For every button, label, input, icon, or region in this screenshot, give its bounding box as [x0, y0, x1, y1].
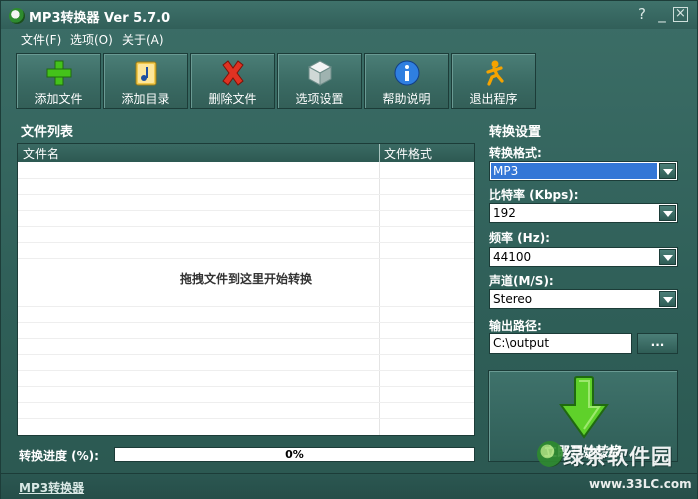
list-row-line — [18, 258, 474, 259]
minimize-button[interactable]: _ — [653, 5, 671, 23]
chevron-down-icon[interactable] — [659, 163, 676, 179]
channel-label: 声道(M/S): — [489, 274, 554, 288]
homepage-link[interactable]: MP3转换器 — [19, 479, 84, 496]
watermark-name: 绿茶软件园 — [563, 445, 673, 469]
menu-bar: 文件(F) 选项(O) 关于(A) — [1, 29, 697, 49]
list-row-line — [18, 194, 474, 195]
options-button[interactable]: 选项设置 — [277, 53, 362, 109]
add-file-label: 添加文件 — [34, 92, 83, 106]
list-row-line — [18, 402, 474, 403]
plus-icon — [46, 60, 72, 86]
list-row-line — [18, 178, 474, 179]
chevron-down-icon[interactable] — [659, 249, 676, 265]
channel-value: Stereo — [493, 292, 533, 306]
list-row-line — [18, 418, 474, 419]
list-row-line — [18, 306, 474, 307]
list-row-line — [18, 338, 474, 339]
exit-label: 退出程序 — [469, 92, 518, 106]
menu-file[interactable]: 文件(F) — [21, 31, 61, 48]
column-divider-body — [379, 162, 380, 435]
frequency-label: 频率 (Hz): — [489, 231, 550, 245]
app-window: MP3转换器 Ver 5.7.0 ? _ × 文件(F) 选项(O) 关于(A)… — [0, 0, 698, 499]
output-path-label: 输出路径: — [489, 319, 542, 333]
info-icon — [394, 60, 420, 86]
watermark: 绿茶软件园 www.33LC.com — [537, 441, 697, 499]
help-button[interactable]: ? — [633, 5, 651, 23]
add-folder-label: 添加目录 — [121, 92, 170, 106]
format-select[interactable]: MP3 — [489, 161, 678, 181]
list-row-line — [18, 226, 474, 227]
add-folder-button[interactable]: 添加目录 — [103, 53, 188, 109]
file-list-header: 文件名 文件格式 — [18, 144, 474, 162]
progress-bar: 0% — [114, 447, 475, 462]
delete-file-label: 删除文件 — [208, 92, 257, 106]
settings-title: 转换设置 — [489, 125, 542, 140]
folder-music-icon — [135, 61, 157, 86]
delete-file-button[interactable]: 删除文件 — [190, 53, 275, 109]
window-title: MP3转换器 Ver 5.7.0 — [29, 11, 171, 26]
column-divider — [379, 144, 380, 162]
frequency-value: 44100 — [493, 250, 532, 264]
list-row-line — [18, 370, 474, 371]
progress-label: 转换进度 (%): — [19, 449, 99, 463]
options-label: 选项设置 — [295, 92, 344, 106]
progress-text: 0% — [285, 448, 304, 461]
column-filename[interactable]: 文件名 — [23, 145, 59, 162]
delete-x-icon — [222, 60, 244, 86]
format-label: 转换格式: — [489, 146, 542, 160]
down-arrow-icon — [559, 376, 609, 439]
chevron-down-icon[interactable] — [659, 291, 676, 307]
output-path-input[interactable]: C:\output — [489, 333, 632, 354]
drop-hint: 拖拽文件到这里开始转换 — [179, 272, 312, 286]
title-bar: MP3转换器 Ver 5.7.0 ? _ × — [1, 1, 697, 29]
app-logo-icon — [9, 8, 25, 24]
help-doc-button[interactable]: 帮助说明 — [364, 53, 449, 109]
add-file-button[interactable]: 添加文件 — [16, 53, 101, 109]
close-button[interactable]: × — [673, 7, 688, 22]
running-man-icon — [486, 60, 504, 86]
leaf-logo-icon — [537, 441, 563, 467]
frequency-select[interactable]: 44100 — [489, 247, 678, 267]
menu-options[interactable]: 选项(O) — [70, 31, 113, 48]
chevron-down-icon[interactable] — [659, 205, 676, 221]
help-doc-label: 帮助说明 — [382, 92, 431, 106]
bitrate-value: 192 — [493, 206, 516, 220]
column-format[interactable]: 文件格式 — [384, 145, 432, 162]
list-row-line — [18, 210, 474, 211]
list-row-line — [18, 242, 474, 243]
bitrate-select[interactable]: 192 — [489, 203, 678, 223]
watermark-url: www.33LC.com — [589, 477, 692, 491]
bitrate-label: 比特率 (Kbps): — [489, 188, 579, 202]
output-path-value: C:\output — [493, 336, 550, 350]
file-list[interactable]: 文件名 文件格式 拖拽文件到这里开始转换 — [17, 143, 475, 436]
list-row-line — [18, 354, 474, 355]
menu-about[interactable]: 关于(A) — [122, 31, 164, 48]
browse-button[interactable]: ... — [637, 333, 678, 354]
list-row-line — [18, 322, 474, 323]
format-value: MP3 — [493, 164, 519, 178]
cube-icon — [307, 60, 333, 86]
list-row-line — [18, 386, 474, 387]
file-list-title: 文件列表 — [21, 125, 74, 140]
exit-button[interactable]: 退出程序 — [451, 53, 536, 109]
channel-select[interactable]: Stereo — [489, 289, 678, 309]
